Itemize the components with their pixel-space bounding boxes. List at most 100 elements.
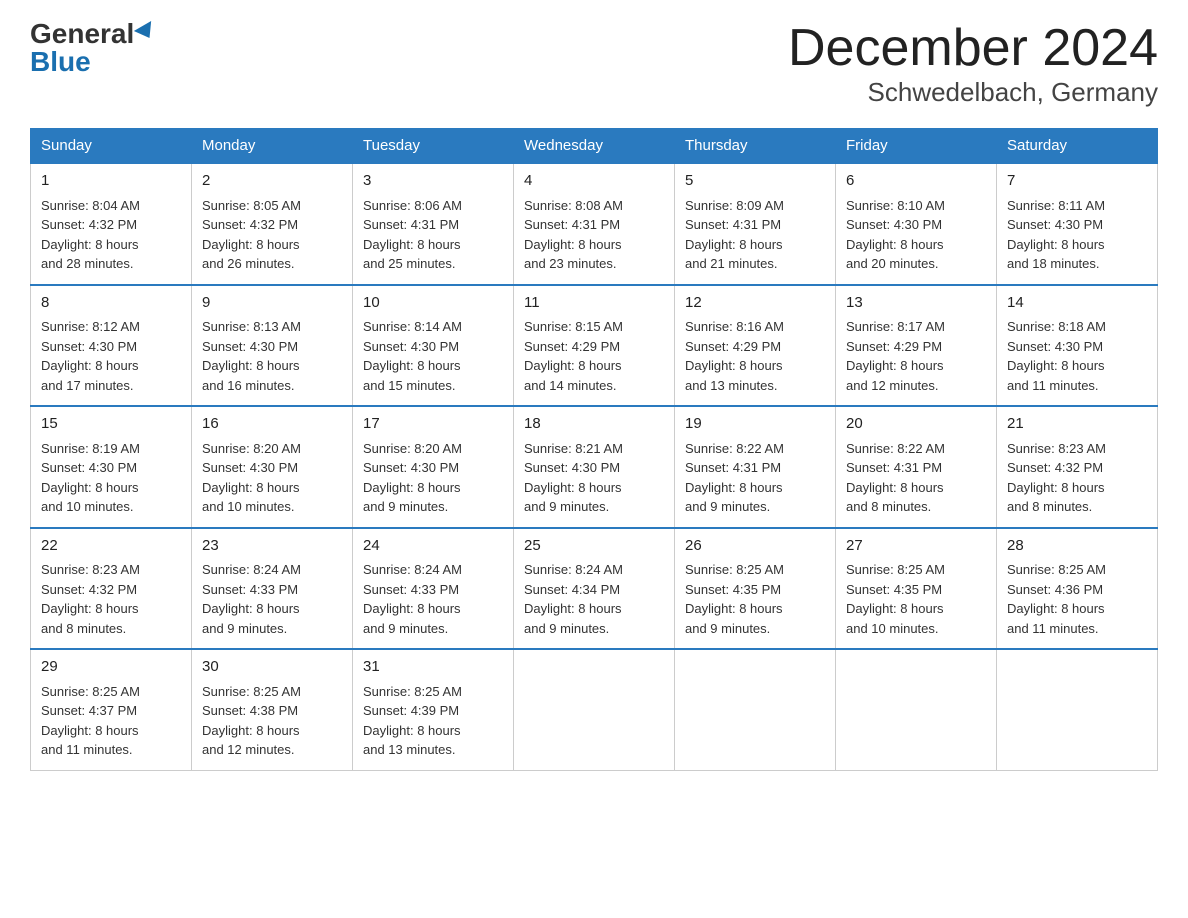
- month-title: December 2024: [788, 20, 1158, 77]
- day-info: Sunrise: 8:23 AMSunset: 4:32 PMDaylight:…: [1007, 439, 1147, 517]
- calendar-cell: 17Sunrise: 8:20 AMSunset: 4:30 PMDayligh…: [353, 406, 514, 528]
- day-info: Sunrise: 8:17 AMSunset: 4:29 PMDaylight:…: [846, 317, 986, 395]
- day-number: 26: [685, 535, 825, 558]
- day-info: Sunrise: 8:13 AMSunset: 4:30 PMDaylight:…: [202, 317, 342, 395]
- day-info: Sunrise: 8:05 AMSunset: 4:32 PMDaylight:…: [202, 196, 342, 274]
- day-number: 24: [363, 535, 503, 558]
- calendar-cell: 26Sunrise: 8:25 AMSunset: 4:35 PMDayligh…: [675, 528, 836, 650]
- calendar-cell: 30 Sunrise: 8:25 AMSunset: 4:38 PMDayligh…: [192, 649, 353, 770]
- day-number: 6: [846, 170, 986, 193]
- calendar-cell: 12Sunrise: 8:16 AMSunset: 4:29 PMDayligh…: [675, 285, 836, 407]
- day-info: Sunrise: 8:12 AMSunset: 4:30 PMDaylight:…: [41, 317, 181, 395]
- day-number: 9: [202, 292, 342, 315]
- day-info: Sunrise: 8:24 AMSunset: 4:34 PMDaylight:…: [524, 560, 664, 638]
- calendar-cell: 24Sunrise: 8:24 AMSunset: 4:33 PMDayligh…: [353, 528, 514, 650]
- calendar-cell: 4Sunrise: 8:08 AMSunset: 4:31 PMDaylight…: [514, 163, 675, 285]
- day-number: 27: [846, 535, 986, 558]
- col-tuesday: Tuesday: [353, 129, 514, 164]
- day-number: 12: [685, 292, 825, 315]
- calendar-cell: 29 Sunrise: 8:25 AMSunset: 4:37 PMDayligh…: [31, 649, 192, 770]
- calendar-cell: 23Sunrise: 8:24 AMSunset: 4:33 PMDayligh…: [192, 528, 353, 650]
- day-info: Sunrise: 8:25 AMSunset: 4:39 PMDaylight:…: [363, 682, 503, 760]
- calendar-cell: 15Sunrise: 8:19 AMSunset: 4:30 PMDayligh…: [31, 406, 192, 528]
- day-number: 23: [202, 535, 342, 558]
- calendar-cell: [836, 649, 997, 770]
- day-number: 20: [846, 413, 986, 436]
- day-info: Sunrise: 8:11 AMSunset: 4:30 PMDaylight:…: [1007, 196, 1147, 274]
- day-info: Sunrise: 8:22 AMSunset: 4:31 PMDaylight:…: [685, 439, 825, 517]
- logo-general-text: General: [30, 20, 134, 48]
- calendar-row: 1 Sunrise: 8:04 AMSunset: 4:32 PMDaylight…: [31, 163, 1158, 285]
- day-number: 15: [41, 413, 181, 436]
- day-number: 29: [41, 656, 181, 679]
- logo-blue-text: Blue: [30, 48, 91, 76]
- day-number: 14: [1007, 292, 1147, 315]
- page-header: General Blue December 2024 Schwedelbach,…: [30, 20, 1158, 108]
- day-info: Sunrise: 8:04 AMSunset: 4:32 PMDaylight:…: [41, 196, 181, 274]
- day-info: Sunrise: 8:15 AMSunset: 4:29 PMDaylight:…: [524, 317, 664, 395]
- day-number: 3: [363, 170, 503, 193]
- col-monday: Monday: [192, 129, 353, 164]
- logo: General Blue: [30, 20, 156, 76]
- calendar-cell: 1 Sunrise: 8:04 AMSunset: 4:32 PMDaylight…: [31, 163, 192, 285]
- day-number: 13: [846, 292, 986, 315]
- calendar-cell: 25Sunrise: 8:24 AMSunset: 4:34 PMDayligh…: [514, 528, 675, 650]
- calendar-cell: 6 Sunrise: 8:10 AMSunset: 4:30 PMDaylight…: [836, 163, 997, 285]
- day-number: 4: [524, 170, 664, 193]
- day-info: Sunrise: 8:24 AMSunset: 4:33 PMDaylight:…: [363, 560, 503, 638]
- calendar-row: 8Sunrise: 8:12 AMSunset: 4:30 PMDaylight…: [31, 285, 1158, 407]
- location-title: Schwedelbach, Germany: [788, 77, 1158, 108]
- day-info: Sunrise: 8:23 AMSunset: 4:32 PMDaylight:…: [41, 560, 181, 638]
- calendar-cell: 16Sunrise: 8:20 AMSunset: 4:30 PMDayligh…: [192, 406, 353, 528]
- calendar-cell: [675, 649, 836, 770]
- day-info: Sunrise: 8:09 AMSunset: 4:31 PMDaylight:…: [685, 196, 825, 274]
- day-number: 19: [685, 413, 825, 436]
- day-info: Sunrise: 8:24 AMSunset: 4:33 PMDaylight:…: [202, 560, 342, 638]
- calendar-cell: 31Sunrise: 8:25 AMSunset: 4:39 PMDayligh…: [353, 649, 514, 770]
- calendar-cell: 3 Sunrise: 8:06 AMSunset: 4:31 PMDaylight…: [353, 163, 514, 285]
- day-number: 30: [202, 656, 342, 679]
- calendar-cell: 18Sunrise: 8:21 AMSunset: 4:30 PMDayligh…: [514, 406, 675, 528]
- calendar-cell: 20 Sunrise: 8:22 AMSunset: 4:31 PMDayligh…: [836, 406, 997, 528]
- day-info: Sunrise: 8:20 AMSunset: 4:30 PMDaylight:…: [363, 439, 503, 517]
- day-info: Sunrise: 8:14 AMSunset: 4:30 PMDaylight:…: [363, 317, 503, 395]
- calendar-row: 15Sunrise: 8:19 AMSunset: 4:30 PMDayligh…: [31, 406, 1158, 528]
- calendar-row: 29 Sunrise: 8:25 AMSunset: 4:37 PMDayligh…: [31, 649, 1158, 770]
- day-number: 8: [41, 292, 181, 315]
- col-wednesday: Wednesday: [514, 129, 675, 164]
- calendar-cell: 21 Sunrise: 8:23 AMSunset: 4:32 PMDayligh…: [997, 406, 1158, 528]
- calendar-cell: 10Sunrise: 8:14 AMSunset: 4:30 PMDayligh…: [353, 285, 514, 407]
- day-info: Sunrise: 8:18 AMSunset: 4:30 PMDaylight:…: [1007, 317, 1147, 395]
- day-number: 25: [524, 535, 664, 558]
- day-info: Sunrise: 8:22 AMSunset: 4:31 PMDaylight:…: [846, 439, 986, 517]
- calendar-cell: 22Sunrise: 8:23 AMSunset: 4:32 PMDayligh…: [31, 528, 192, 650]
- calendar-table: Sunday Monday Tuesday Wednesday Thursday…: [30, 128, 1158, 771]
- day-number: 5: [685, 170, 825, 193]
- calendar-cell: 27Sunrise: 8:25 AMSunset: 4:35 PMDayligh…: [836, 528, 997, 650]
- calendar-cell: 13Sunrise: 8:17 AMSunset: 4:29 PMDayligh…: [836, 285, 997, 407]
- calendar-cell: 9Sunrise: 8:13 AMSunset: 4:30 PMDaylight…: [192, 285, 353, 407]
- day-info: Sunrise: 8:25 AMSunset: 4:37 PMDaylight:…: [41, 682, 181, 760]
- calendar-cell: 2 Sunrise: 8:05 AMSunset: 4:32 PMDaylight…: [192, 163, 353, 285]
- day-number: 22: [41, 535, 181, 558]
- col-sunday: Sunday: [31, 129, 192, 164]
- col-thursday: Thursday: [675, 129, 836, 164]
- title-block: December 2024 Schwedelbach, Germany: [788, 20, 1158, 108]
- calendar-header-row: Sunday Monday Tuesday Wednesday Thursday…: [31, 129, 1158, 164]
- calendar-cell: [514, 649, 675, 770]
- day-number: 16: [202, 413, 342, 436]
- calendar-cell: 5 Sunrise: 8:09 AMSunset: 4:31 PMDaylight…: [675, 163, 836, 285]
- day-info: Sunrise: 8:25 AMSunset: 4:38 PMDaylight:…: [202, 682, 342, 760]
- col-saturday: Saturday: [997, 129, 1158, 164]
- day-number: 21: [1007, 413, 1147, 436]
- day-info: Sunrise: 8:10 AMSunset: 4:30 PMDaylight:…: [846, 196, 986, 274]
- day-info: Sunrise: 8:25 AMSunset: 4:36 PMDaylight:…: [1007, 560, 1147, 638]
- day-info: Sunrise: 8:06 AMSunset: 4:31 PMDaylight:…: [363, 196, 503, 274]
- calendar-cell: 8Sunrise: 8:12 AMSunset: 4:30 PMDaylight…: [31, 285, 192, 407]
- day-number: 11: [524, 292, 664, 315]
- calendar-cell: 11Sunrise: 8:15 AMSunset: 4:29 PMDayligh…: [514, 285, 675, 407]
- day-number: 18: [524, 413, 664, 436]
- day-number: 1: [41, 170, 181, 193]
- day-number: 2: [202, 170, 342, 193]
- calendar-row: 22Sunrise: 8:23 AMSunset: 4:32 PMDayligh…: [31, 528, 1158, 650]
